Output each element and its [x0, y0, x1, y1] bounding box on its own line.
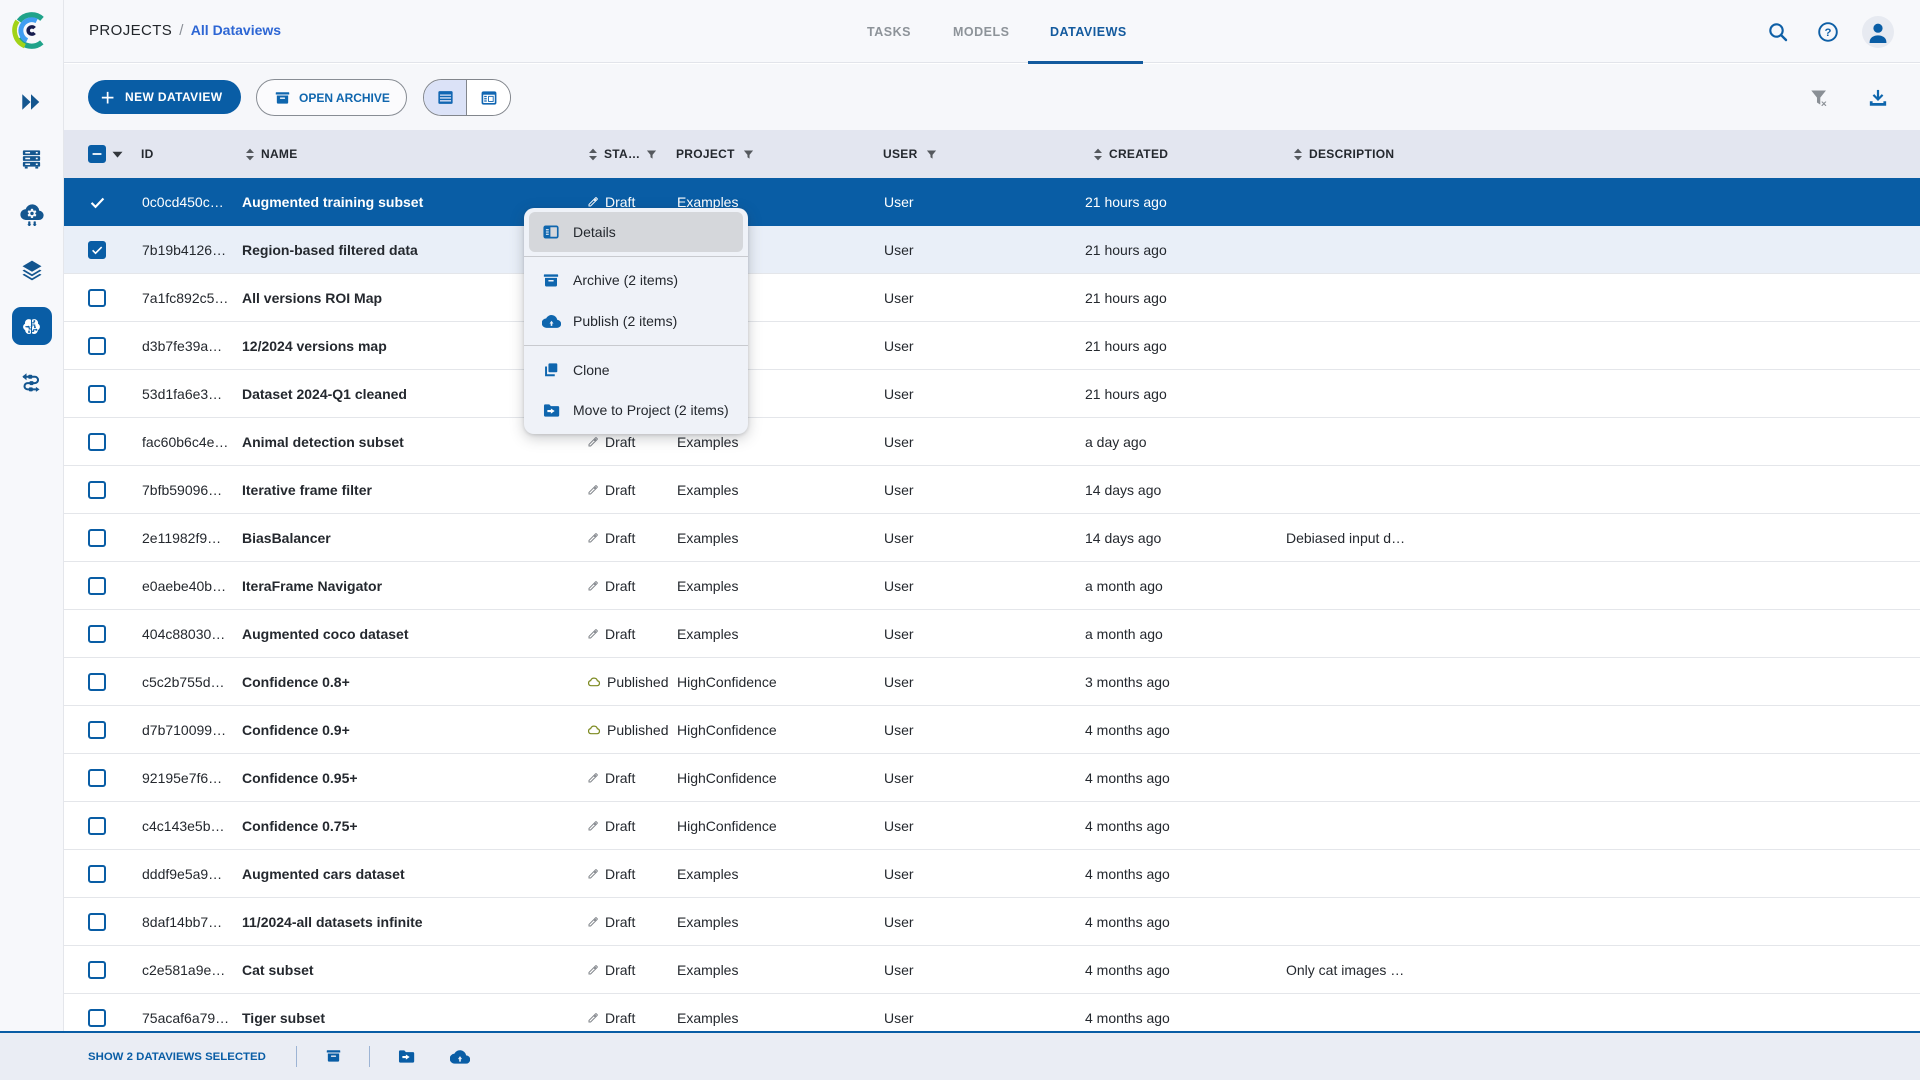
- svg-text:?: ?: [1825, 27, 1832, 39]
